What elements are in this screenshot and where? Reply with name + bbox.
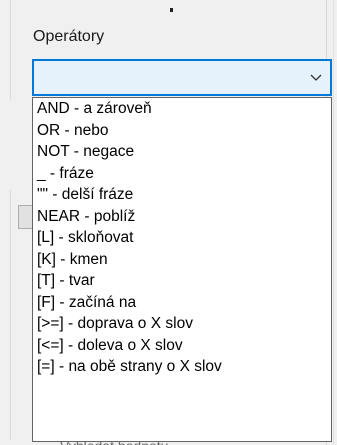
dropdown-item[interactable]: [L] - skloňovat	[33, 227, 331, 249]
window-border-right	[333, 0, 334, 445]
operators-dropdown-list: AND - a zároveň OR - nebo NOT - negace _ - …	[32, 97, 332, 442]
dropdown-item[interactable]: [=] - na obě strany o X slov	[33, 356, 331, 378]
operators-label: Operátory	[33, 28, 105, 45]
chevron-down-icon[interactable]	[308, 69, 324, 85]
dropdown-item[interactable]: NOT - negace	[33, 141, 331, 163]
dropdown-item[interactable]: [<=] - doleva o X slov	[33, 335, 331, 357]
group-border-left	[10, 0, 11, 100]
dropdown-item[interactable]: _ - fráze	[33, 163, 331, 185]
dropdown-item[interactable]: NEAR - poblíž	[33, 206, 331, 228]
operators-combobox[interactable]	[32, 59, 332, 96]
partial-glyph	[170, 8, 173, 12]
dropdown-item[interactable]: [>=] - doprava o X slov	[33, 313, 331, 335]
dropdown-item[interactable]: AND - a zároveň	[33, 98, 331, 120]
background-partial-text: Vyhledat hodnotu	[60, 439, 168, 445]
dropdown-item[interactable]: "" - delší fráze	[33, 184, 331, 206]
dropdown-item[interactable]: OR - nebo	[33, 120, 331, 142]
dropdown-item[interactable]: [T] - tvar	[33, 270, 331, 292]
dropdown-item[interactable]: [K] - kmen	[33, 249, 331, 271]
dropdown-item[interactable]: [F] - začíná na	[33, 292, 331, 314]
